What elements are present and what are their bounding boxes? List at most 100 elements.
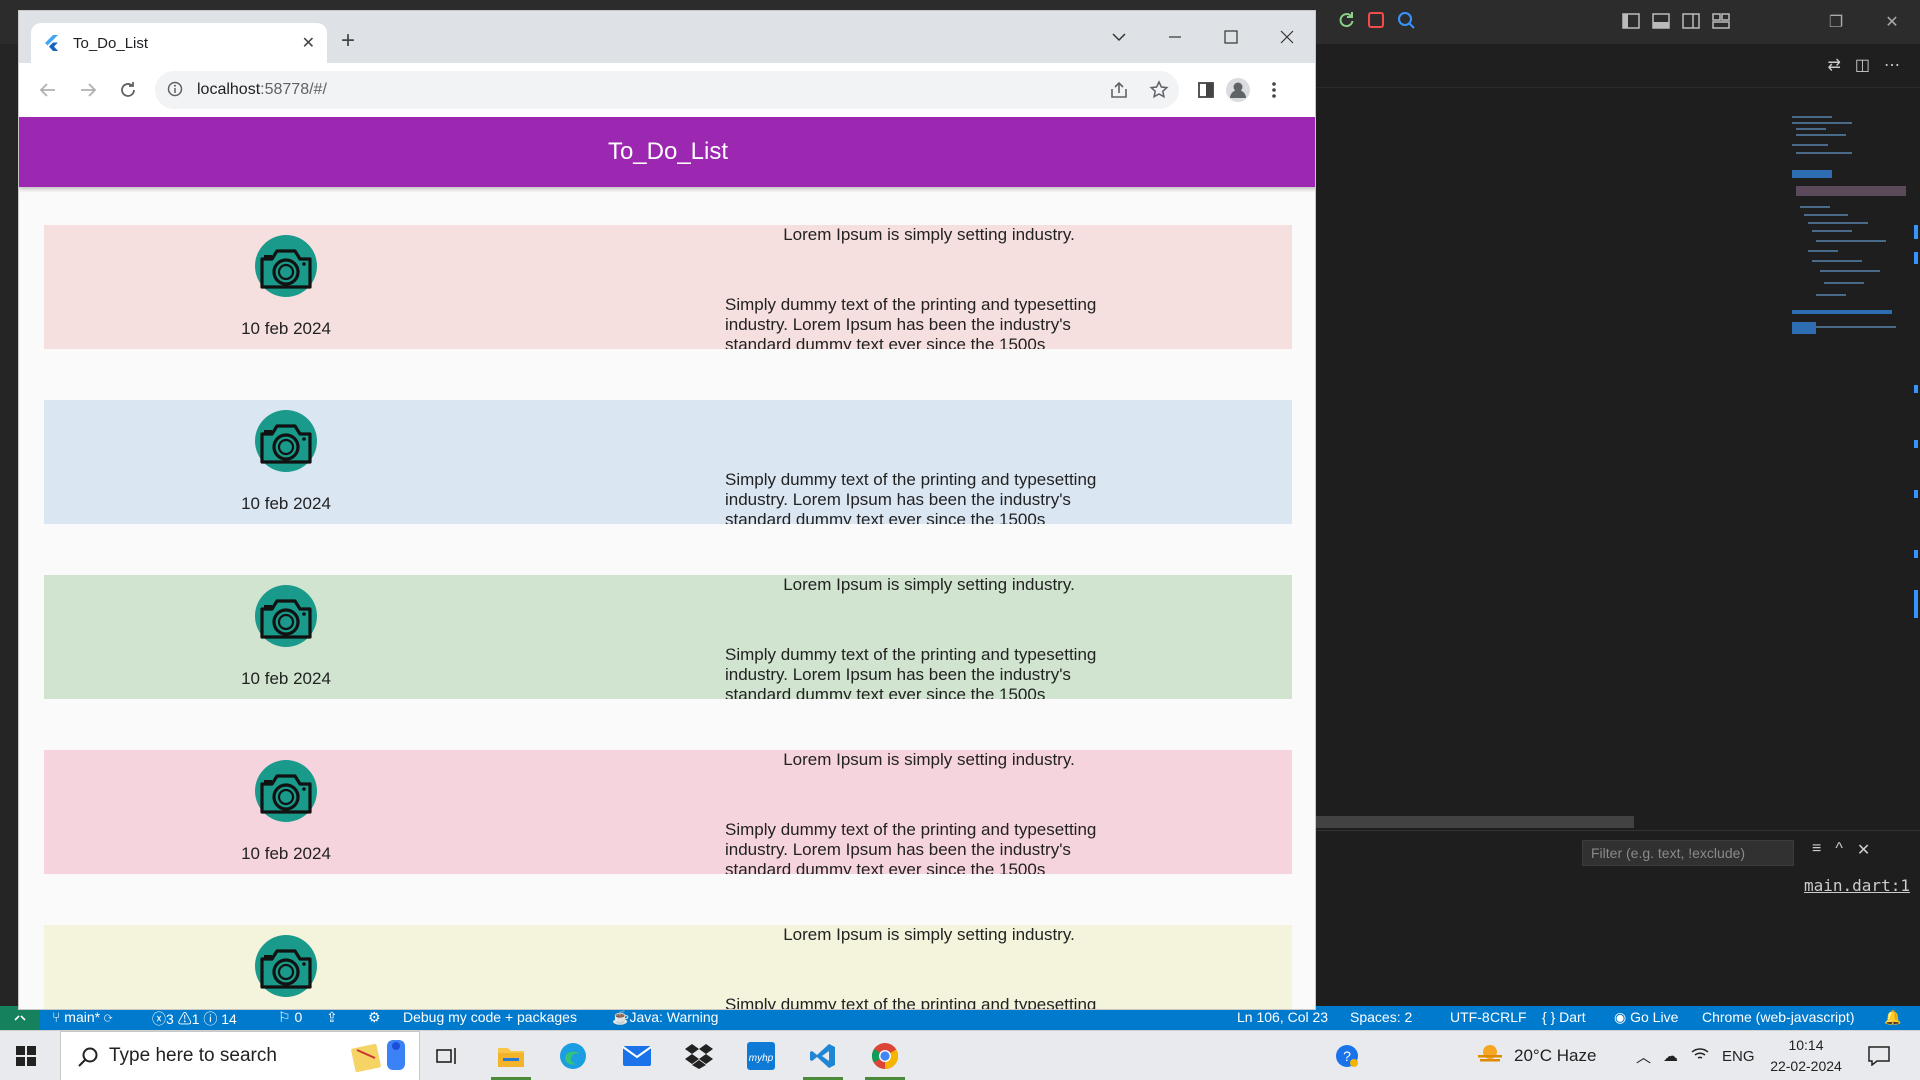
language-indicator[interactable]: ENG [1722, 1048, 1755, 1065]
live-share-icon[interactable]: ⇪ [326, 1009, 338, 1026]
toggle-secondary-sidebar-icon[interactable] [1680, 10, 1702, 32]
weather-widget[interactable]: 20°C Haze [1476, 1031, 1596, 1080]
search-icon [77, 1046, 99, 1073]
device-selector[interactable]: Chrome (web-javascript) [1702, 1009, 1854, 1025]
tab-search-icon[interactable] [1091, 19, 1147, 55]
todo-card[interactable]: 10 feb 2024Lorem Ipsum is simply setting… [44, 575, 1292, 699]
notification-center-icon[interactable] [1862, 1039, 1896, 1073]
camera-icon [254, 935, 318, 997]
taskbar-search[interactable]: Type here to search [60, 1031, 420, 1080]
profile-icon[interactable] [1223, 75, 1253, 105]
indentation[interactable]: Spaces: 2 [1350, 1009, 1412, 1025]
close-panel-icon[interactable]: ✕ [1857, 840, 1870, 860]
tab-strip: To_Do_List ✕ + [19, 11, 1315, 63]
todo-description: Simply dummy text of the printing and ty… [725, 820, 1097, 874]
devtools-icon[interactable] [1396, 10, 1416, 35]
tab-title: To_Do_List [73, 35, 149, 52]
error-icon: ⓧ [152, 1011, 166, 1027]
side-panel-icon[interactable] [1191, 75, 1221, 105]
more-actions-icon[interactable]: ⋯ [1884, 55, 1900, 75]
editor-scrollbar[interactable] [1906, 110, 1920, 1010]
problems-indicator[interactable]: ⓧ3 ⚠1 ⓘ 14 [152, 1009, 237, 1029]
vscode-icon[interactable] [806, 1039, 840, 1073]
address-bar[interactable]: localhost:58778/#/ [155, 71, 1179, 109]
line-endings[interactable]: CRLF [1490, 1009, 1527, 1025]
cursor-position[interactable]: Ln 106, Col 23 [1237, 1009, 1328, 1025]
bookmark-star-icon[interactable] [1149, 80, 1169, 105]
minimize-icon[interactable] [1147, 19, 1203, 55]
forward-icon[interactable] [73, 75, 103, 105]
tab-close-icon[interactable]: ✕ [302, 33, 315, 53]
todo-card[interactable]: 10 feb 2024Lorem Ipsum is simply setting… [44, 225, 1292, 349]
dropbox-icon[interactable] [682, 1039, 716, 1073]
clock[interactable]: 10:14 22-02-2024 [1756, 1035, 1856, 1077]
task-view-icon[interactable] [430, 1039, 464, 1073]
maximize-panel-icon[interactable]: ^ [1835, 840, 1843, 860]
branch-indicator[interactable]: ⑂ main* ⟳ [52, 1009, 112, 1025]
toggle-sidebar-icon[interactable] [1620, 10, 1642, 32]
system-tray: ︿ ☁ ENG [1636, 1031, 1755, 1080]
todo-card[interactable]: 10 feb 2024Lorem Ipsum is simply setting… [44, 925, 1292, 1010]
haze-icon [1476, 1043, 1504, 1070]
vscode-restore-icon[interactable]: ❐ [1808, 0, 1864, 44]
todo-description: Simply dummy text of the printing and ty… [725, 995, 1097, 1010]
myhp-icon[interactable]: myhp [744, 1039, 778, 1073]
todo-title: Lorem Ipsum is simply setting industry. [783, 925, 1075, 944]
notifications-icon[interactable]: 🔔 [1884, 1009, 1901, 1026]
horizontal-scrollbar[interactable] [1316, 816, 1634, 828]
todo-title: Lorem Ipsum is simply setting industry. [783, 750, 1075, 769]
output-filter-input[interactable]: Filter (e.g. text, !exclude) [1582, 840, 1794, 866]
coffee-icon: ☕ [612, 1009, 630, 1025]
java-status[interactable]: ☕Java: Warning [612, 1009, 718, 1026]
windows-start-icon[interactable] [16, 1046, 36, 1071]
braces-icon: { } [1542, 1009, 1556, 1025]
todo-description: Simply dummy text of the printing and ty… [725, 470, 1097, 524]
sync-icon: ⟳ [103, 1009, 113, 1025]
mail-icon[interactable] [620, 1039, 654, 1073]
app-bar: To_Do_List [19, 117, 1315, 187]
close-window-icon[interactable] [1259, 19, 1315, 55]
minimap[interactable] [1782, 110, 1908, 360]
toggle-panel-icon[interactable] [1650, 10, 1672, 32]
todo-card[interactable]: 10 feb 2024 Simply dummy text of the prin… [44, 400, 1292, 524]
chrome-icon[interactable] [868, 1039, 902, 1073]
wifi-icon[interactable] [1690, 1046, 1710, 1066]
output-source-link[interactable]: main.dart:1 [1804, 876, 1910, 895]
flutter-icon [45, 35, 59, 56]
browser-tab[interactable]: To_Do_List ✕ [31, 23, 327, 63]
todo-card[interactable]: 10 feb 2024Lorem Ipsum is simply setting… [44, 750, 1292, 874]
app-title: To_Do_List [607, 138, 729, 165]
chrome-menu-icon[interactable] [1259, 75, 1289, 105]
compare-icon[interactable]: ⇄ [1827, 55, 1840, 75]
ports-icon: ⚐ [278, 1009, 291, 1025]
panel-divider [1316, 830, 1920, 831]
encoding[interactable]: UTF-8 [1450, 1009, 1490, 1025]
show-hidden-icons-icon[interactable]: ︿ [1636, 1046, 1651, 1067]
restart-icon[interactable] [1336, 10, 1356, 35]
split-editor-icon[interactable]: ◫ [1855, 55, 1870, 75]
ports-indicator[interactable]: ⚐ 0 [278, 1009, 302, 1026]
todo-date: 10 feb 2024 [241, 669, 331, 688]
go-live-button[interactable]: ◉ Go Live [1614, 1009, 1678, 1026]
stop-icon[interactable] [1366, 10, 1386, 35]
help-icon[interactable]: ? [1330, 1039, 1364, 1073]
vscode-close-icon[interactable]: ✕ [1864, 0, 1920, 44]
customize-layout-icon[interactable] [1710, 10, 1732, 32]
reload-icon[interactable] [113, 75, 143, 105]
word-wrap-icon[interactable]: ≡ [1812, 840, 1821, 860]
share-icon[interactable] [1109, 80, 1129, 105]
file-explorer-icon[interactable] [494, 1039, 528, 1073]
activity-bar [0, 44, 20, 1010]
browser-toolbar: localhost:58778/#/ [19, 63, 1315, 117]
onedrive-icon[interactable]: ☁ [1663, 1047, 1678, 1065]
edge-icon[interactable] [556, 1039, 590, 1073]
run-controls [1336, 10, 1416, 35]
language-mode[interactable]: { } Dart [1542, 1009, 1586, 1025]
site-info-icon[interactable] [167, 81, 183, 102]
clock-date: 22-02-2024 [1770, 1058, 1842, 1074]
url-text[interactable]: localhost:58778/#/ [197, 81, 327, 99]
new-tab-button[interactable]: + [341, 29, 355, 53]
debug-config[interactable]: Debug my code + packages [403, 1009, 577, 1025]
back-icon[interactable] [33, 75, 63, 105]
maximize-icon[interactable] [1203, 19, 1259, 55]
